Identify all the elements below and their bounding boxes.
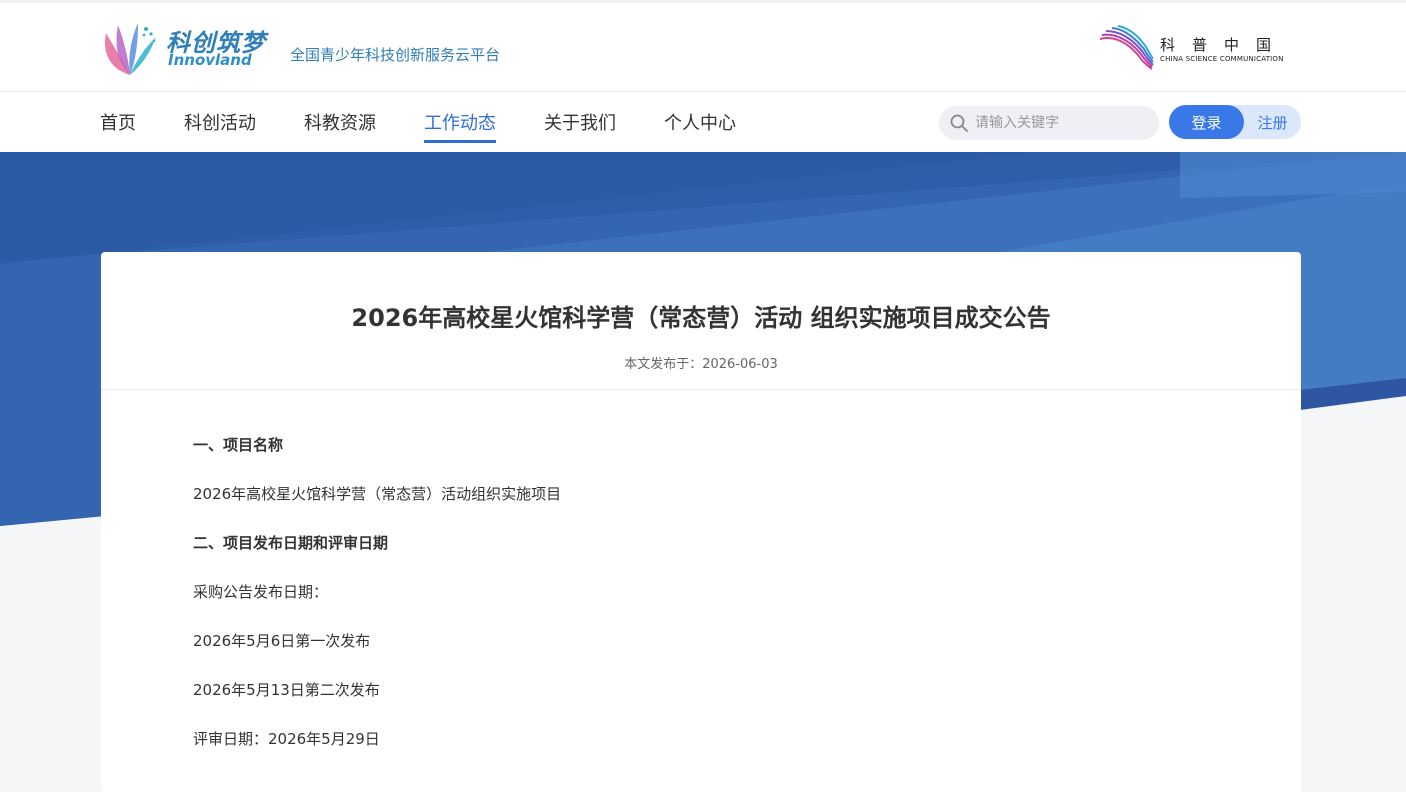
kepu-logo-icon (1099, 25, 1154, 70)
article-card: 2026年高校星火馆科学营（常态营）活动 组织实施项目成交公告 本文发布于：20… (101, 252, 1301, 792)
article-paragraph: 一、项目名称 (193, 436, 284, 454)
article-paragraph: 二、项目发布日期和评审日期 (193, 534, 389, 552)
article-paragraph: 2026年5月13日第二次发布 (193, 681, 380, 699)
nav-item-about[interactable]: 关于我们 (544, 109, 616, 143)
innovland-logo-icon (105, 23, 156, 75)
nav-item-profile[interactable]: 个人中心 (664, 109, 736, 143)
article-paragraph: 2026年高校星火馆科学营（常态营）活动组织实施项目 (193, 485, 562, 503)
partner-name-cn: 科普中国 (1160, 36, 1289, 54)
nav-item-resources[interactable]: 科教资源 (304, 109, 376, 143)
brand-slogan: 全国青少年科技创新服务云平台 (290, 46, 501, 64)
auth-buttons: 登录 注册 (1169, 105, 1301, 139)
partner-logo[interactable]: 科普中国 CHINA SCIENCE COMMUNICATION (1098, 25, 1303, 73)
brand[interactable]: 科创筑梦 Innovland 全国青少年科技创新服务云平台 (100, 17, 530, 81)
main-nav: 首页 科创活动 科教资源 工作动态 关于我们 个人中心 登录 注册 (0, 92, 1406, 152)
login-button[interactable]: 登录 (1169, 105, 1244, 139)
article-paragraph: 评审日期：2026年5月29日 (193, 730, 380, 748)
article-title: 2026年高校星火馆科学营（常态营）活动 组织实施项目成交公告 (351, 304, 1051, 332)
partner-name-en: CHINA SCIENCE COMMUNICATION (1160, 55, 1284, 63)
article-header: 2026年高校星火馆科学营（常态营）活动 组织实施项目成交公告 本文发布于：20… (101, 252, 1301, 390)
search-box (939, 106, 1159, 140)
article-body: 一、项目名称 2026年高校星火馆科学营（常态营）活动组织实施项目 二、项目发布… (193, 435, 1193, 778)
article-publish-date: 本文发布于：2026-06-03 (624, 357, 778, 372)
article-paragraph: 采购公告发布日期： (193, 583, 329, 601)
brand-name-en: Innovland (168, 51, 252, 69)
nav-item-home[interactable]: 首页 (100, 109, 136, 143)
search-icon[interactable] (949, 113, 969, 133)
search-input[interactable] (973, 106, 1153, 140)
nav-item-news[interactable]: 工作动态 (424, 109, 496, 143)
top-header: 科创筑梦 Innovland 全国青少年科技创新服务云平台 科普中国 CHINA… (0, 0, 1406, 92)
nav-item-activities[interactable]: 科创活动 (184, 109, 256, 143)
article-paragraph: 2026年5月6日第一次发布 (193, 632, 371, 650)
register-button[interactable]: 注册 (1244, 105, 1301, 139)
